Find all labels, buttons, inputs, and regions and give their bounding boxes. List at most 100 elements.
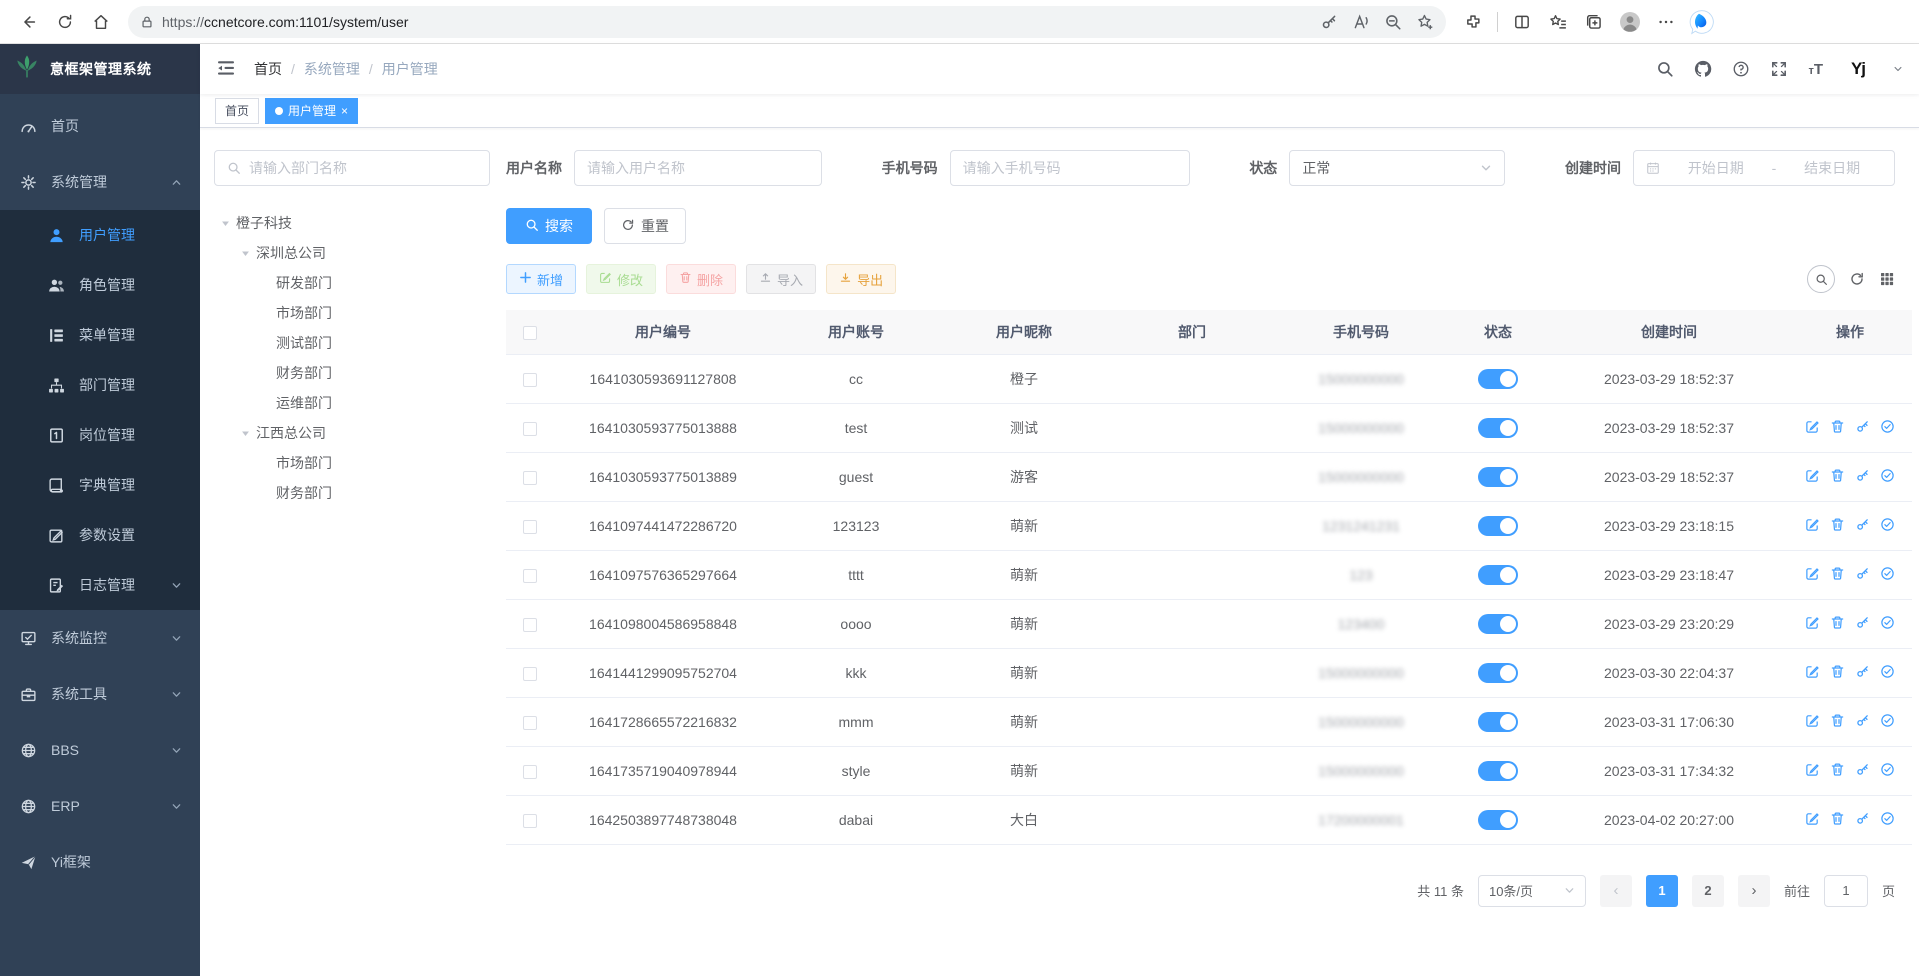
split-screen-icon[interactable] <box>1505 6 1539 38</box>
sidebar-item-config[interactable]: 参数设置 <box>0 510 200 560</box>
table-refresh-icon[interactable] <box>1849 271 1865 287</box>
page-button-1[interactable]: 1 <box>1646 875 1678 907</box>
search-button[interactable]: 搜索 <box>506 208 592 244</box>
tree-node[interactable]: 市场部门 <box>214 298 490 328</box>
sidebar-item-bbs[interactable]: BBS <box>0 722 200 778</box>
edit-user-button[interactable] <box>1805 762 1820 780</box>
reset-password-button[interactable] <box>1855 811 1870 829</box>
help-icon[interactable] <box>1732 60 1750 78</box>
tree-node[interactable]: 运维部门 <box>214 388 490 418</box>
status-toggle[interactable] <box>1478 810 1518 830</box>
assign-role-button[interactable] <box>1880 517 1895 535</box>
delete-user-button[interactable] <box>1830 664 1845 682</box>
edit-user-button[interactable] <box>1805 713 1820 731</box>
delete-user-button[interactable] <box>1830 615 1845 633</box>
tree-node[interactable]: 江西总公司 <box>214 418 490 448</box>
profile-avatar-icon[interactable] <box>1613 6 1647 38</box>
table-search-icon[interactable] <box>1807 265 1835 293</box>
copilot-icon[interactable] <box>1685 6 1719 38</box>
extensions-icon[interactable] <box>1456 6 1490 38</box>
assign-role-button[interactable] <box>1880 566 1895 584</box>
select-all-checkbox[interactable] <box>523 326 537 340</box>
sidebar-item-dict[interactable]: 字典管理 <box>0 460 200 510</box>
sidebar-item-tool[interactable]: 系统工具 <box>0 666 200 722</box>
collections-icon[interactable] <box>1577 6 1611 38</box>
assign-role-button[interactable] <box>1880 762 1895 780</box>
tree-node[interactable]: 深圳总公司 <box>214 238 490 268</box>
edit-user-button[interactable] <box>1805 811 1820 829</box>
import-button[interactable]: 导入 <box>746 264 816 294</box>
add-favorite-icon[interactable] <box>1410 8 1440 36</box>
status-toggle[interactable] <box>1478 565 1518 585</box>
row-checkbox[interactable] <box>523 814 537 828</box>
close-icon[interactable]: × <box>341 105 348 117</box>
status-toggle[interactable] <box>1478 418 1518 438</box>
row-checkbox[interactable] <box>523 618 537 632</box>
reset-password-button[interactable] <box>1855 762 1870 780</box>
sidebar-item-menu[interactable]: 菜单管理 <box>0 310 200 360</box>
tree-node[interactable]: 财务部门 <box>214 478 490 508</box>
page-button-2[interactable]: 2 <box>1692 875 1724 907</box>
refresh-icon[interactable] <box>48 6 82 38</box>
tag-user-management[interactable]: 用户管理 × <box>265 98 358 124</box>
row-checkbox[interactable] <box>523 373 537 387</box>
edit-user-button[interactable] <box>1805 664 1820 682</box>
address-bar[interactable]: https://ccnetcore.com:1101/system/user <box>128 6 1446 38</box>
github-icon[interactable] <box>1694 60 1712 78</box>
more-icon[interactable] <box>1649 6 1683 38</box>
status-toggle[interactable] <box>1478 761 1518 781</box>
phone-input[interactable] <box>963 160 1177 176</box>
row-checkbox[interactable] <box>523 569 537 583</box>
tree-node[interactable]: 市场部门 <box>214 448 490 478</box>
status-toggle[interactable] <box>1478 516 1518 536</box>
row-checkbox[interactable] <box>523 667 537 681</box>
edit-user-button[interactable] <box>1805 615 1820 633</box>
delete-user-button[interactable] <box>1830 811 1845 829</box>
status-toggle[interactable] <box>1478 467 1518 487</box>
reset-password-button[interactable] <box>1855 517 1870 535</box>
next-page-button[interactable]: › <box>1738 875 1770 907</box>
avatar-caret-icon[interactable] <box>1893 64 1903 74</box>
row-checkbox[interactable] <box>523 422 537 436</box>
read-aloud-icon[interactable] <box>1346 8 1376 36</box>
reset-button[interactable]: 重置 <box>604 208 686 244</box>
assign-role-button[interactable] <box>1880 664 1895 682</box>
assign-role-button[interactable] <box>1880 811 1895 829</box>
delete-user-button[interactable] <box>1830 762 1845 780</box>
delete-user-button[interactable] <box>1830 566 1845 584</box>
assign-role-button[interactable] <box>1880 468 1895 486</box>
sidebar-item-role[interactable]: 角色管理 <box>0 260 200 310</box>
tree-node[interactable]: 橙子科技 <box>214 208 490 238</box>
back-icon[interactable] <box>12 6 46 38</box>
row-checkbox[interactable] <box>523 520 537 534</box>
delete-user-button[interactable] <box>1830 468 1845 486</box>
sidebar-item-system[interactable]: 系统管理 <box>0 154 200 210</box>
header-search-icon[interactable] <box>1656 60 1674 78</box>
fullscreen-icon[interactable] <box>1770 60 1788 78</box>
sidebar-item-erp[interactable]: ERP <box>0 778 200 834</box>
edit-user-button[interactable] <box>1805 468 1820 486</box>
tree-node[interactable]: 研发部门 <box>214 268 490 298</box>
sidebar-item-post[interactable]: 岗位管理 <box>0 410 200 460</box>
zoom-out-icon[interactable] <box>1378 8 1408 36</box>
font-size-icon[interactable]: тT <box>1808 62 1823 77</box>
delete-user-button[interactable] <box>1830 517 1845 535</box>
reset-password-button[interactable] <box>1855 566 1870 584</box>
reset-password-button[interactable] <box>1855 419 1870 437</box>
add-button[interactable]: 新增 <box>506 264 576 294</box>
export-button[interactable]: 导出 <box>826 264 896 294</box>
status-toggle[interactable] <box>1478 712 1518 732</box>
reset-password-button[interactable] <box>1855 713 1870 731</box>
status-toggle[interactable] <box>1478 614 1518 634</box>
sidebar-item-log[interactable]: 日志管理 <box>0 560 200 610</box>
row-checkbox[interactable] <box>523 716 537 730</box>
user-avatar[interactable]: Yj <box>1843 54 1873 84</box>
favorites-icon[interactable] <box>1541 6 1575 38</box>
status-select[interactable]: 正常 <box>1289 150 1505 186</box>
assign-role-button[interactable] <box>1880 615 1895 633</box>
delete-user-button[interactable] <box>1830 419 1845 437</box>
home-icon[interactable] <box>84 6 118 38</box>
breadcrumb-home[interactable]: 首页 <box>254 59 282 79</box>
page-size-select[interactable]: 10条/页 <box>1478 875 1586 907</box>
delete-button[interactable]: 删除 <box>666 264 736 294</box>
